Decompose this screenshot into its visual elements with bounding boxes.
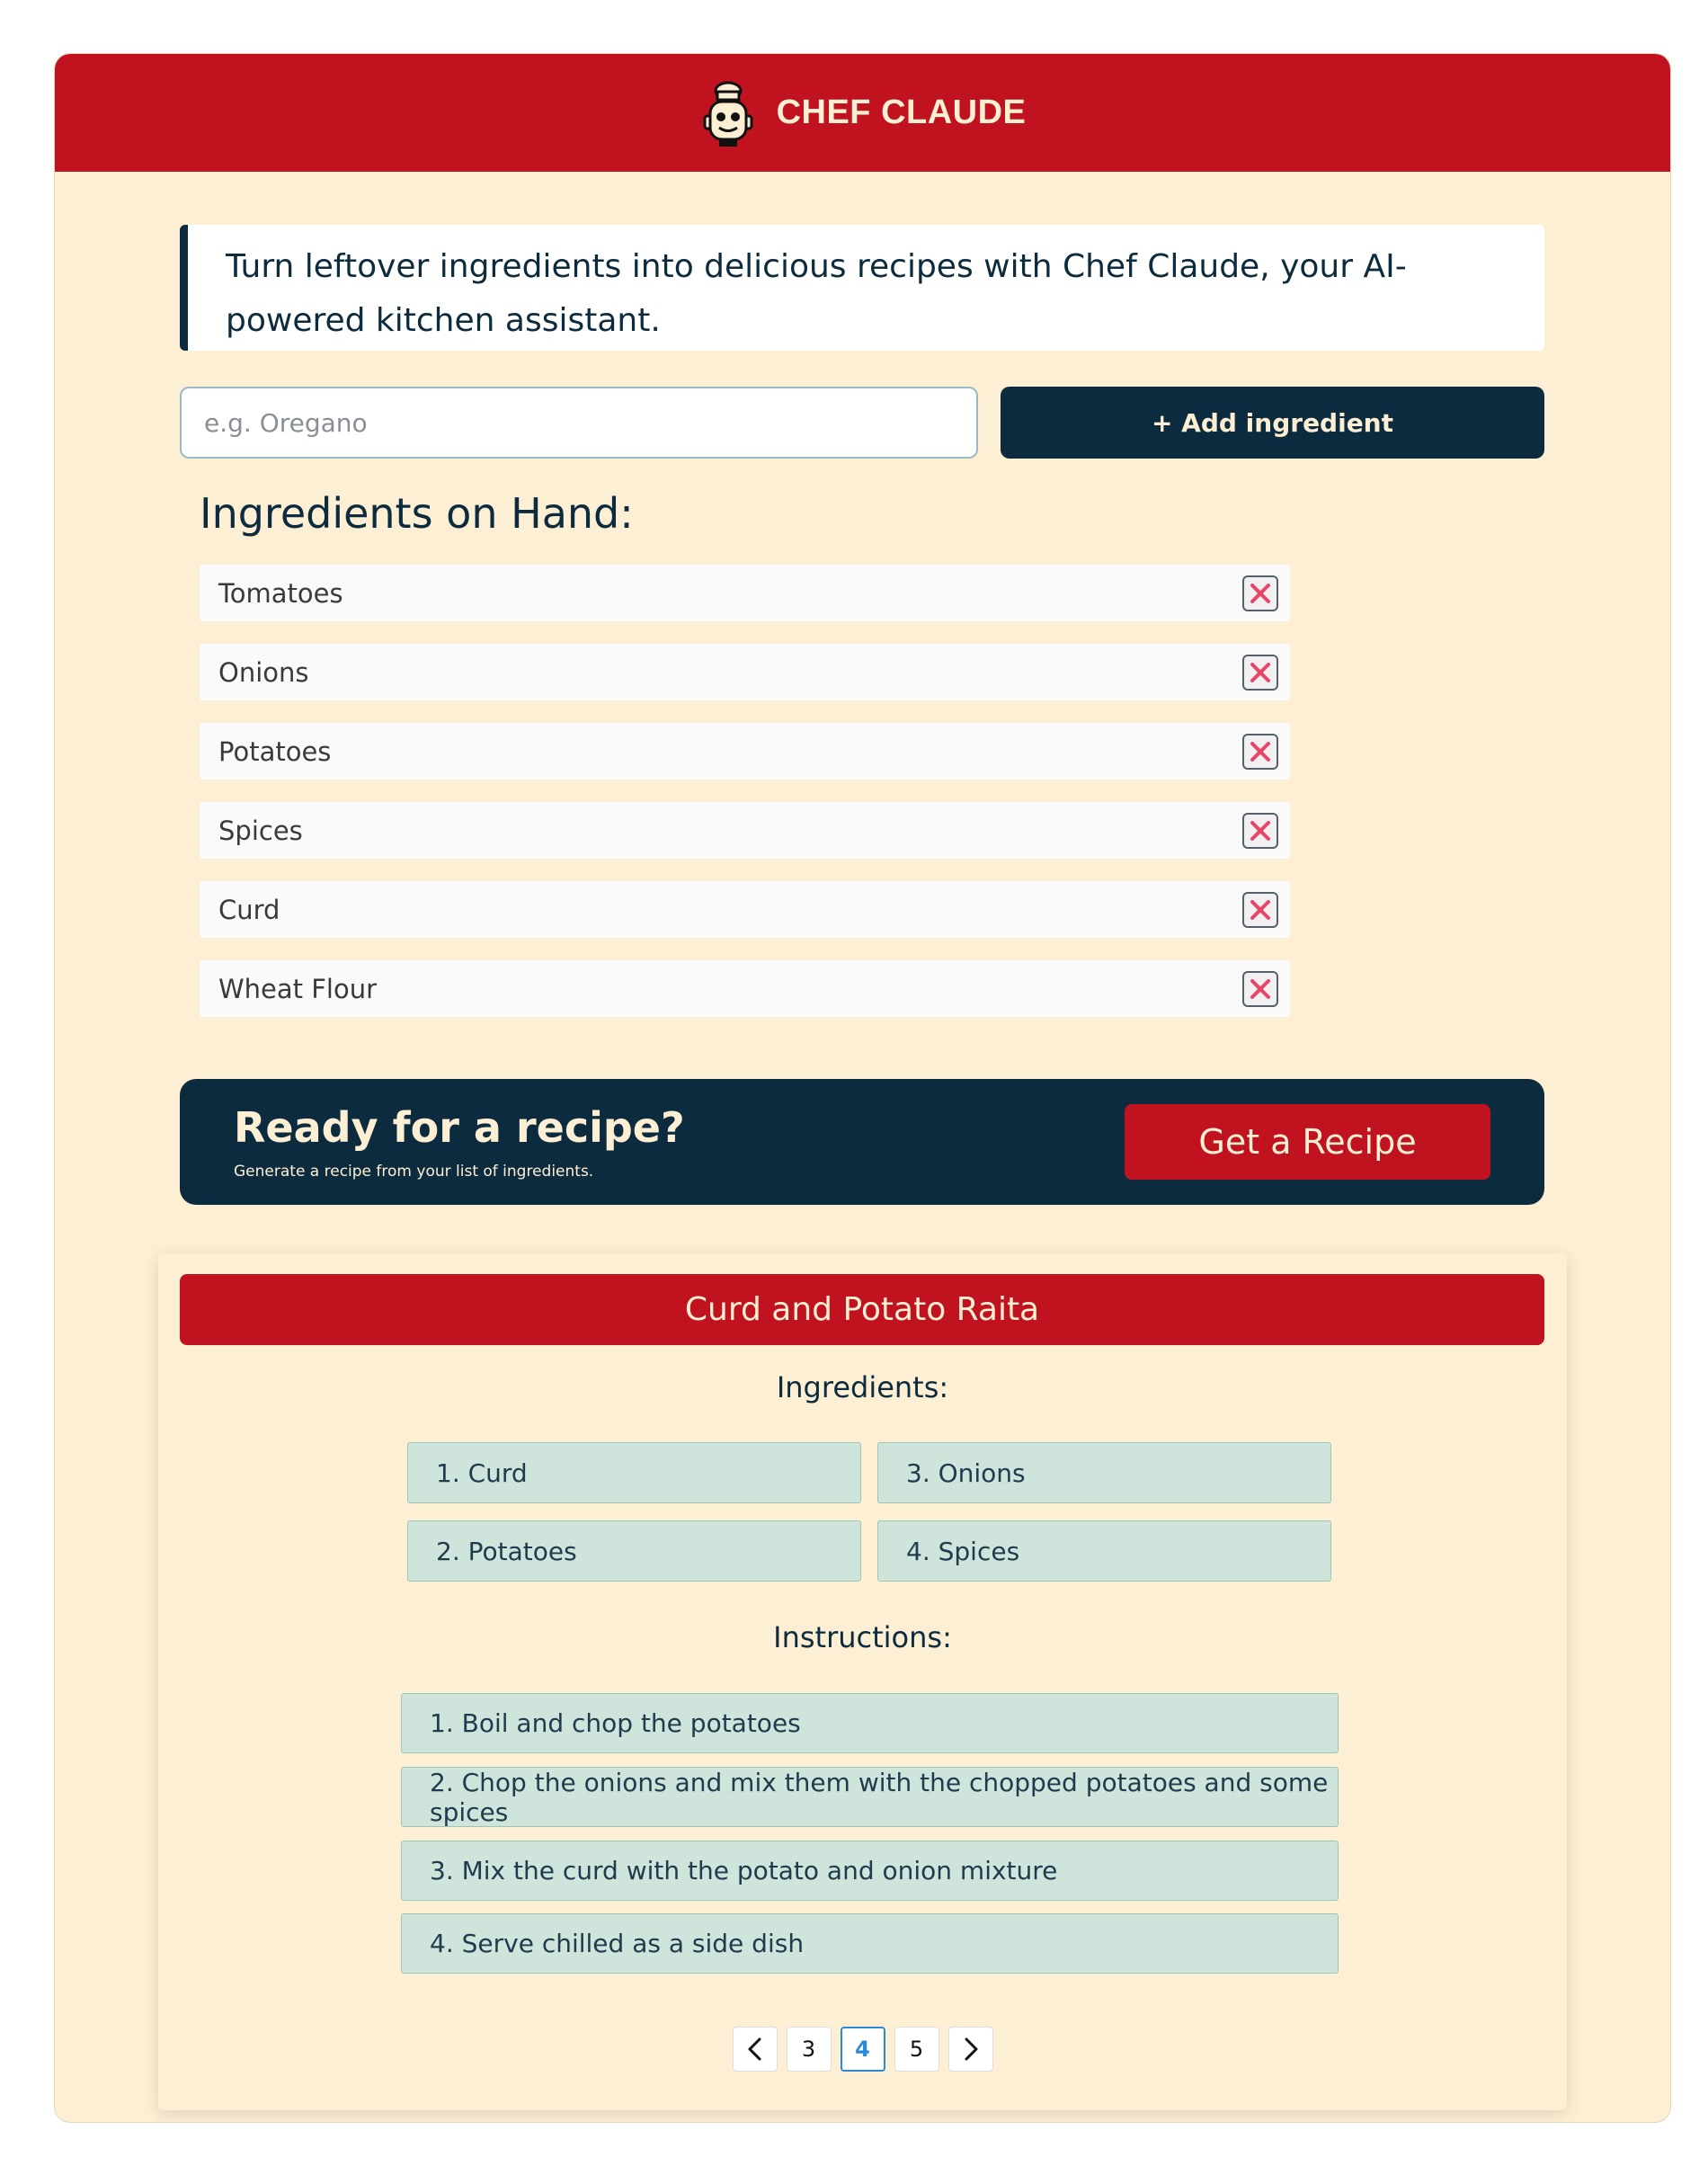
ingredient-name: Curd <box>218 894 280 925</box>
page-button-3[interactable]: 3 <box>786 2027 832 2072</box>
close-icon <box>1250 820 1270 841</box>
close-icon <box>1250 741 1270 762</box>
remove-ingredient-button[interactable] <box>1242 733 1278 770</box>
ingredient-name: Spices <box>218 815 303 846</box>
recipe-ingredients-title: Ingredients: <box>776 1370 949 1404</box>
ingredient-item: Potatoes <box>200 723 1290 780</box>
ingredient-name: Wheat Flour <box>218 973 378 1004</box>
recipe-ingredient-item: 2. Potatoes <box>407 1520 861 1582</box>
recipe-title: Curd and Potato Raita <box>180 1274 1544 1345</box>
prev-page-button[interactable] <box>732 2027 778 2072</box>
add-ingredient-button[interactable]: + Add ingredient <box>1001 387 1544 459</box>
recipe-ingredient-item: 4. Spices <box>877 1520 1331 1582</box>
remove-ingredient-button[interactable] <box>1242 812 1278 849</box>
chevron-left-icon <box>748 2037 761 2061</box>
instruction-step: 1. Boil and chop the potatoes <box>401 1693 1339 1753</box>
app-header: CHEF CLAUDE <box>55 54 1670 172</box>
ingredient-name: Onions <box>218 656 309 688</box>
instruction-step: 2. Chop the onions and mix them with the… <box>401 1767 1339 1827</box>
cta-title: Ready for a recipe? <box>234 1103 685 1152</box>
ingredient-name: Tomatoes <box>218 577 343 609</box>
ingredient-name: Potatoes <box>218 735 332 767</box>
recipe-card: Curd and Potato Raita Ingredients: 1. Cu… <box>158 1253 1567 2110</box>
ingredient-item: Spices <box>200 802 1290 859</box>
recipe-ingredient-item: 3. Onions <box>877 1442 1331 1503</box>
next-page-button[interactable] <box>947 2027 993 2072</box>
ingredient-item: Tomatoes <box>200 565 1290 621</box>
ingredient-item: Curd <box>200 881 1290 938</box>
ingredients-on-hand-title: Ingredients on Hand: <box>200 489 634 538</box>
page-button-4[interactable]: 4 <box>840 2027 885 2072</box>
chef-robot-icon <box>703 81 753 147</box>
remove-ingredient-button[interactable] <box>1242 575 1278 611</box>
ingredient-item: Onions <box>200 644 1290 700</box>
remove-ingredient-button[interactable] <box>1242 891 1278 928</box>
intro-callout: Turn leftover ingredients into delicious… <box>180 225 1544 351</box>
close-icon <box>1250 662 1270 682</box>
remove-ingredient-button[interactable] <box>1242 970 1278 1007</box>
cta-subtitle: Generate a recipe from your list of ingr… <box>234 1163 594 1181</box>
recipe-ingredient-item: 1. Curd <box>407 1442 861 1503</box>
remove-ingredient-button[interactable] <box>1242 654 1278 691</box>
close-icon <box>1250 583 1270 603</box>
recipe-instructions-title: Instructions: <box>773 1620 952 1654</box>
ingredient-input[interactable] <box>180 387 978 459</box>
brand-title: CHEF CLAUDE <box>776 94 1027 131</box>
close-icon <box>1250 899 1270 920</box>
ingredient-item: Wheat Flour <box>200 960 1290 1017</box>
close-icon <box>1250 978 1270 999</box>
ingredients-list: Tomatoes Onions Potatoes Spices Curd Whe… <box>200 565 1290 1039</box>
instruction-step: 3. Mix the curd with the potato and onio… <box>401 1841 1339 1901</box>
get-recipe-panel: Ready for a recipe? Generate a recipe fr… <box>180 1079 1544 1205</box>
get-recipe-button[interactable]: Get a Recipe <box>1125 1104 1490 1180</box>
instruction-step: 4. Serve chilled as a side dish <box>401 1913 1339 1974</box>
app-window: CHEF CLAUDE Turn leftover ingredients in… <box>54 53 1671 2123</box>
page-button-5[interactable]: 5 <box>894 2027 939 2072</box>
chevron-right-icon <box>965 2037 977 2061</box>
cta-text: Ready for a recipe? Generate a recipe fr… <box>234 1103 685 1181</box>
pagination: 3 4 5 <box>158 2027 1567 2072</box>
